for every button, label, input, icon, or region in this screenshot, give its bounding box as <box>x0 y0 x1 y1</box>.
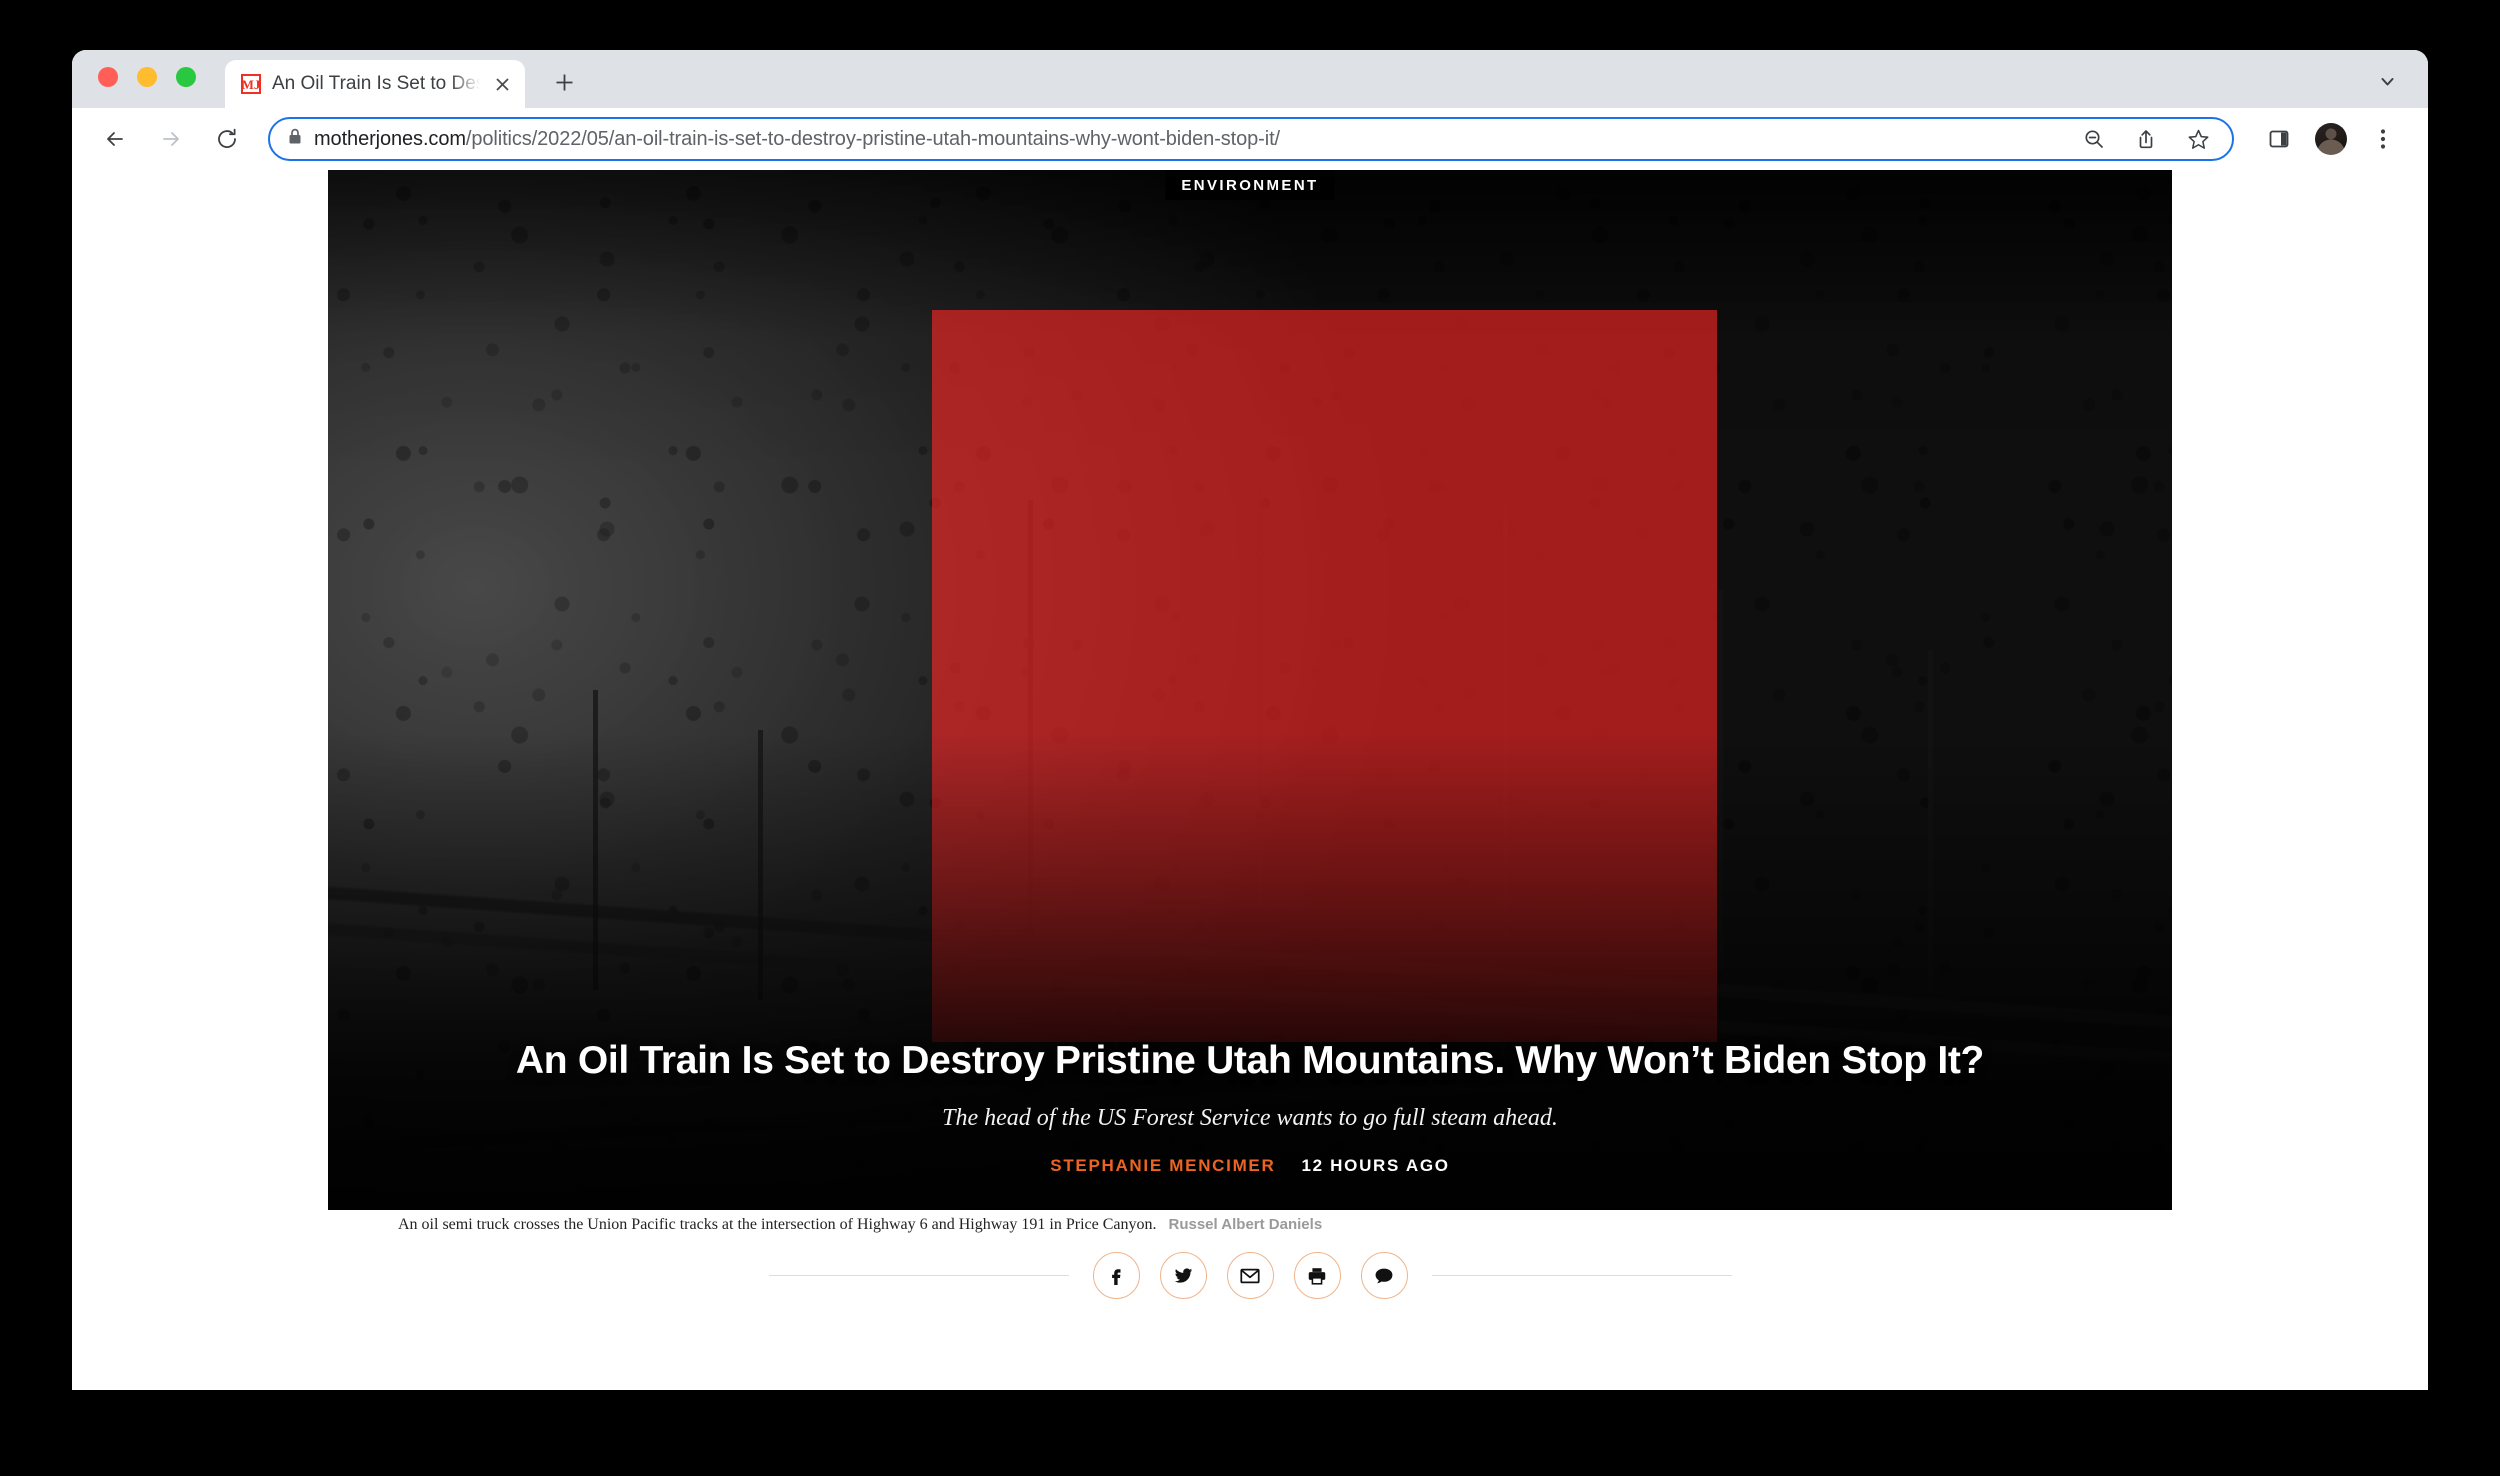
chevron-down-icon[interactable] <box>2370 64 2404 98</box>
profile-avatar[interactable] <box>2310 118 2352 160</box>
page-title: An Oil Train Is Set to Destroy Pristine … <box>515 1039 1985 1083</box>
reload-icon[interactable] <box>206 118 248 160</box>
printer-icon <box>1308 1267 1326 1285</box>
share-print-button[interactable] <box>1293 1252 1341 1299</box>
facebook-icon <box>1112 1268 1121 1285</box>
article-hero-image: ENVIRONMENT An Oil Train Is Set to Destr… <box>328 170 2172 1210</box>
maximize-window-button[interactable] <box>176 67 196 87</box>
avatar <box>2315 123 2347 155</box>
tab-title: An Oil Train Is Set to Destroy P <box>272 73 480 94</box>
twitter-icon <box>1174 1268 1192 1283</box>
zoom-out-icon[interactable] <box>2074 119 2114 159</box>
envelope-icon <box>1240 1268 1260 1283</box>
article-dek: The head of the US Forest Service wants … <box>942 1105 1558 1131</box>
image-caption: An oil semi truck crosses the Union Paci… <box>398 1216 2178 1234</box>
bookmark-star-icon[interactable] <box>2178 119 2218 159</box>
category-badge[interactable]: ENVIRONMENT <box>1165 170 1335 200</box>
comment-bubble-icon <box>1375 1268 1393 1283</box>
byline: STEPHANIE MENCIMER 12 HOURS AGO <box>418 1156 2082 1176</box>
page-content: ENVIRONMENT An Oil Train Is Set to Destr… <box>72 170 2428 1390</box>
byline-author-link[interactable]: STEPHANIE MENCIMER <box>1050 1156 1275 1176</box>
byline-timestamp: 12 HOURS AGO <box>1301 1156 1450 1175</box>
motherjones-logo-icon: MJ <box>241 74 261 94</box>
window-traffic-lights <box>98 50 196 108</box>
divider-right <box>1431 1275 1732 1276</box>
share-twitter-button[interactable] <box>1159 1252 1207 1299</box>
tab-strip: MJ An Oil Train Is Set to Destroy P <box>72 50 2428 108</box>
share-buttons <box>1069 1252 1432 1299</box>
divider-left <box>768 1275 1069 1276</box>
close-icon[interactable] <box>491 73 513 95</box>
new-tab-button[interactable] <box>547 65 581 99</box>
address-bar-url: motherjones.com/politics/2022/05/an-oil-… <box>314 128 2062 151</box>
side-panel-icon[interactable] <box>2258 118 2300 160</box>
forward-arrow-icon <box>150 118 192 160</box>
browser-toolbar: motherjones.com/politics/2022/05/an-oil-… <box>72 108 2428 170</box>
browser-tab-active[interactable]: MJ An Oil Train Is Set to Destroy P <box>225 60 525 108</box>
close-window-button[interactable] <box>98 67 118 87</box>
headline-block: An Oil Train Is Set to Destroy Pristine … <box>328 1039 2172 1176</box>
three-dot-menu-icon[interactable] <box>2362 118 2404 160</box>
share-comment-button[interactable] <box>1360 1252 1408 1299</box>
caption-text: An oil semi truck crosses the Union Paci… <box>398 1216 1157 1233</box>
browser-window: MJ An Oil Train Is Set to Destroy P <box>72 50 2428 1390</box>
back-arrow-icon[interactable] <box>94 118 136 160</box>
share-icon[interactable] <box>2126 119 2166 159</box>
image-credit: Russel Albert Daniels <box>1168 1216 1323 1233</box>
url-host: motherjones.com <box>314 127 466 150</box>
address-bar[interactable]: motherjones.com/politics/2022/05/an-oil-… <box>268 117 2234 161</box>
share-email-button[interactable] <box>1226 1252 1274 1299</box>
url-path: /politics/2022/05/an-oil-train-is-set-to… <box>465 127 1280 150</box>
lock-icon <box>288 128 302 150</box>
minimize-window-button[interactable] <box>137 67 157 87</box>
share-bar <box>72 1252 2428 1299</box>
share-facebook-button[interactable] <box>1092 1252 1140 1299</box>
